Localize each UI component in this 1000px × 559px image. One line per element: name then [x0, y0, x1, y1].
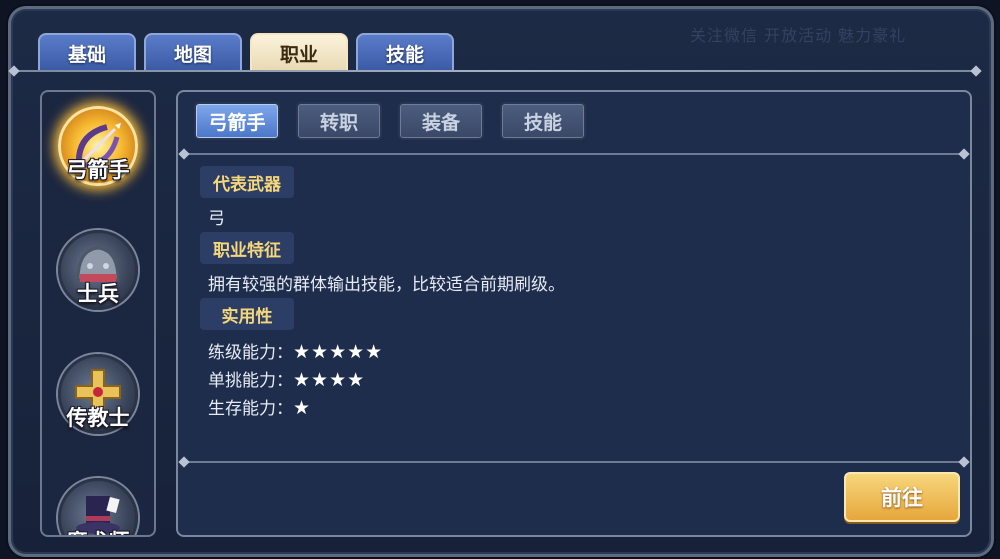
- tab-basic[interactable]: 基础: [38, 33, 136, 71]
- subtab-advancement[interactable]: 转职: [296, 102, 382, 140]
- class-label-archer: 弓箭手: [66, 158, 130, 182]
- section-title-practicality: 实用性: [200, 298, 294, 330]
- class-sidebar: 弓箭手 士兵 传教士 魔术师: [40, 90, 156, 537]
- star-rating: ★: [293, 397, 312, 419]
- class-item-magician[interactable]: 魔术师: [42, 468, 154, 535]
- background-text: 关注微信 开放活动 魅力豪礼: [690, 26, 907, 45]
- subtab-skills[interactable]: 技能: [500, 102, 586, 140]
- tab-map[interactable]: 地图: [144, 33, 242, 71]
- star-rating: ★★★★: [293, 369, 366, 391]
- sub-tabs: 弓箭手 转职 装备 技能: [194, 102, 586, 140]
- rating-row: 单挑能力：★★★★: [208, 366, 365, 391]
- main-tabs: 基础 地图 职业 技能: [38, 33, 454, 71]
- divider: [178, 456, 970, 468]
- rating-row: 生存能力：★: [208, 394, 311, 419]
- tab-class[interactable]: 职业: [250, 33, 348, 71]
- section-title-feature: 职业特征: [200, 232, 294, 264]
- rating-label: 单挑能力：: [208, 371, 293, 391]
- class-label-magician: 魔术师: [42, 526, 154, 535]
- tab-skill[interactable]: 技能: [356, 33, 454, 71]
- star-rating: ★★★★★: [293, 341, 384, 363]
- rating-row: 练级能力：★★★★★: [208, 338, 383, 363]
- section-title-weapon: 代表武器: [200, 166, 294, 198]
- feature-text: 拥有较强的群体输出技能，比较适合前期刷级。: [208, 275, 565, 295]
- class-detail-panel: 弓箭手 转职 装备 技能 代表武器 弓 职业特征 拥有较强的群体输出技能，比较适…: [176, 90, 972, 537]
- rating-label: 练级能力：: [208, 343, 293, 363]
- subtab-equipment[interactable]: 装备: [398, 102, 484, 140]
- divider: [178, 148, 970, 160]
- class-item-archer[interactable]: 弓箭手: [42, 96, 154, 211]
- rating-label: 生存能力：: [208, 399, 293, 419]
- subtab-archer[interactable]: 弓箭手: [194, 102, 280, 140]
- class-label-soldier: 士兵: [77, 282, 119, 306]
- go-button[interactable]: 前往: [844, 472, 960, 522]
- weapon-text: 弓: [208, 209, 225, 229]
- class-label-priest: 传教士: [66, 406, 130, 430]
- class-item-priest[interactable]: 传教士: [42, 344, 154, 459]
- divider: [8, 65, 982, 77]
- class-item-soldier[interactable]: 士兵: [42, 220, 154, 335]
